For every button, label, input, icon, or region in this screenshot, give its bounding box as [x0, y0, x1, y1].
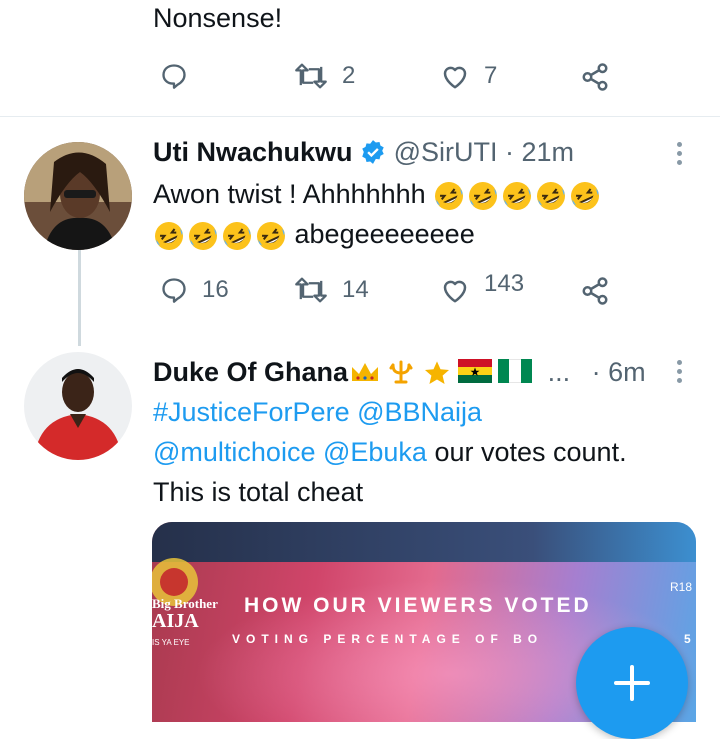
share-icon: [582, 63, 608, 91]
rolling-laughing-emoji-icon: [435, 181, 464, 210]
separator: ·: [591, 357, 601, 387]
share-icon: [582, 277, 608, 305]
display-name[interactable]: Uti Nwachukwu: [153, 137, 353, 167]
retweet-button[interactable]: 14: [294, 276, 369, 304]
rolling-laughing-emoji-icon: [189, 221, 217, 250]
verified-badge-icon: [362, 140, 384, 164]
name-emoji-group: [350, 359, 533, 387]
rolling-laughing-emoji-icon: [155, 221, 183, 250]
crown-icon: [352, 363, 379, 381]
truncation-ellipsis: ...: [547, 357, 571, 387]
tweet-header: Duke Of Ghana ... · 6m: [153, 352, 646, 392]
mention-link[interactable]: @multichoice: [153, 437, 315, 467]
retweet-button[interactable]: 2: [294, 62, 355, 90]
tweet-text-line: #JusticeForPere @BBNaija: [153, 392, 482, 432]
tweet-text: This is total cheat: [153, 477, 364, 507]
age-rating-badge: R18: [670, 580, 693, 594]
rolling-laughing-emoji-icon: [571, 181, 600, 210]
tweet-text: Nonsense!: [153, 3, 283, 33]
retweet-count: 2: [342, 62, 356, 89]
emoji-group: [153, 220, 287, 252]
reply-count: 16: [202, 276, 229, 303]
retweet-count: 14: [342, 276, 369, 303]
reply-icon: [162, 64, 186, 89]
media-top-band: [152, 522, 696, 562]
logo-text: AIJA: [152, 610, 199, 632]
reply-button[interactable]: [160, 62, 188, 90]
rolling-laughing-emoji-icon: [537, 181, 566, 210]
like-count: 143: [484, 270, 525, 297]
separator: ·: [504, 137, 514, 167]
tweet-text-line: Awon twist ! Ahhhhhhh: [153, 174, 601, 214]
logo-text: IS YA EYE: [152, 638, 190, 647]
tweet-header: Uti Nwachukwu @SirUTI · 21m: [153, 132, 574, 172]
user-handle[interactable]: @SirUTI: [394, 137, 498, 167]
more-options-icon[interactable]: [677, 356, 683, 387]
mention-link[interactable]: @Ebuka: [323, 437, 427, 467]
media-subheadline-suffix: 5: [684, 632, 691, 646]
mention-link[interactable]: @BBNaija: [357, 397, 482, 427]
emoji-group: [433, 180, 601, 212]
heart-icon: [443, 66, 467, 89]
timestamp[interactable]: 21m: [522, 137, 575, 167]
compose-tweet-button[interactable]: [576, 627, 688, 739]
star-icon: [425, 361, 450, 384]
share-button[interactable]: [580, 62, 610, 92]
avatar[interactable]: [24, 352, 132, 460]
plus-icon: [614, 665, 650, 701]
tweet-text: our votes count.: [434, 437, 627, 467]
thread-line: [78, 250, 81, 346]
retweet-icon: [295, 63, 327, 89]
like-count: 7: [484, 62, 498, 89]
tweet-text-line: abegeeeeeeee: [153, 214, 475, 254]
tweet-text-line: @multichoice @Ebuka our votes count.: [153, 432, 627, 472]
media-subheadline: VOTING PERCENTAGE OF BO: [232, 632, 544, 646]
reply-icon: [162, 278, 186, 303]
ghana-flag-icon: [458, 359, 493, 383]
share-button[interactable]: [580, 276, 610, 306]
reply-button[interactable]: 16: [160, 276, 229, 304]
like-button[interactable]: 7: [440, 62, 497, 90]
nigeria-flag-icon: [498, 359, 533, 383]
tweet-divider: [0, 116, 720, 117]
rolling-laughing-emoji-icon: [503, 181, 532, 210]
rolling-laughing-emoji-icon: [257, 221, 285, 250]
avatar[interactable]: [24, 142, 132, 250]
more-options-icon[interactable]: [677, 138, 683, 169]
trident-icon: [389, 360, 413, 384]
like-button[interactable]: 143: [440, 270, 524, 304]
heart-icon: [443, 280, 467, 303]
rolling-laughing-emoji-icon: [469, 181, 498, 210]
timestamp[interactable]: 6m: [608, 357, 646, 387]
tweet-text: Awon twist ! Ahhhhhhh: [153, 179, 426, 209]
hashtag-link[interactable]: #JusticeForPere: [153, 397, 350, 427]
retweet-icon: [295, 277, 327, 303]
rolling-laughing-emoji-icon: [223, 221, 251, 250]
media-headline: HOW OUR VIEWERS VOTED: [244, 594, 592, 617]
tweet-text: abegeeeeeeee: [294, 219, 475, 249]
display-name[interactable]: Duke Of Ghana: [153, 357, 348, 387]
